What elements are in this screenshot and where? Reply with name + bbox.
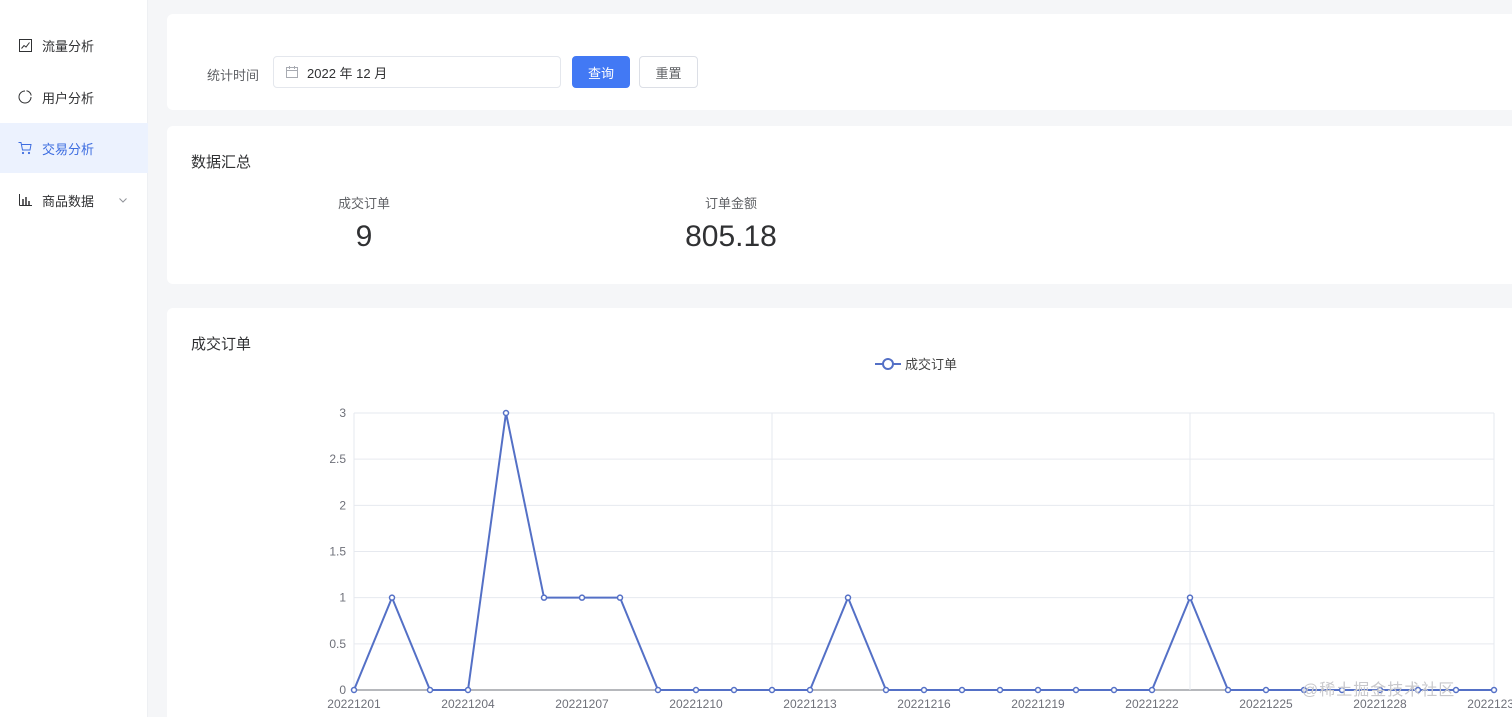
data-point: [1148, 686, 1156, 694]
data-point: [768, 686, 776, 694]
line-chart-icon: [18, 38, 32, 52]
x-tick-label: 20221204: [441, 697, 495, 711]
x-tick-label: 20221219: [1011, 697, 1065, 711]
x-tick-label: 20221201: [327, 697, 381, 711]
sidebar-item-label: 交易分析: [42, 141, 95, 157]
sidebar-item-transaction-analysis[interactable]: 交易分析: [0, 123, 148, 173]
data-point: [1224, 686, 1232, 694]
pie-chart-icon: [18, 90, 32, 104]
data-point: [730, 686, 738, 694]
data-point: [464, 686, 472, 694]
orders-chart-panel: 成交订单 成交订单 0 0.5 1 1.5 2 2.5 3 20221201 20221204 2…: [167, 308, 1512, 717]
y-tick-label: 2: [339, 498, 346, 512]
data-point: [882, 686, 890, 694]
data-point: [692, 686, 700, 694]
data-point: [616, 594, 624, 601]
data-point: [1186, 594, 1194, 601]
data-point: [844, 594, 852, 601]
stat-time-label: 统计时间: [207, 68, 260, 83]
y-tick-label: 2.5: [329, 452, 346, 466]
x-tick-label: 20221222: [1125, 697, 1179, 711]
stat-label-orders: 成交订单: [337, 196, 390, 211]
summary-title: 数据汇总: [191, 154, 252, 171]
data-point: [958, 686, 966, 694]
watermark: @稀土掘金技术社区: [1302, 682, 1456, 699]
y-tick-label: 3: [339, 406, 346, 420]
month-picker[interactable]: 2022 年 12 月: [273, 56, 561, 88]
calendar-icon: [286, 66, 298, 78]
data-point: [1262, 686, 1270, 694]
stat-value-amount: 805.18: [685, 220, 777, 253]
y-tick-label: 0: [339, 683, 346, 697]
bar-chart-icon: [18, 193, 32, 207]
sidebar: 流量分析 用户分析 交易分析 商品数据: [0, 0, 148, 717]
data-point: [996, 686, 1004, 694]
data-point: [1110, 686, 1118, 694]
summary-panel: 数据汇总 成交订单 9 订单金额 805.18: [167, 126, 1512, 284]
stat-value-orders: 9: [355, 220, 373, 253]
x-tick-label: 20221225: [1239, 697, 1293, 711]
sidebar-item-traffic-analysis[interactable]: 流量分析: [0, 20, 148, 70]
sidebar-item-label: 用户分析: [42, 90, 95, 106]
sidebar-item-product-data[interactable]: 商品数据: [0, 175, 148, 225]
sidebar-item-label: 流量分析: [42, 38, 95, 54]
month-picker-value: 2022 年 12 月: [307, 65, 388, 81]
data-point: [502, 409, 510, 417]
x-tick-label: 20221213: [783, 697, 837, 711]
query-button[interactable]: 查询: [572, 56, 630, 88]
data-point: [654, 686, 662, 694]
sidebar-item-user-analysis[interactable]: 用户分析: [0, 72, 148, 122]
y-tick-label: 1: [339, 591, 346, 605]
data-point: [1490, 686, 1498, 694]
sidebar-item-label: 商品数据: [42, 193, 95, 209]
y-tick-label: 0.5: [329, 637, 346, 651]
data-point: [350, 686, 358, 694]
cart-icon: [18, 141, 32, 155]
stat-label-amount: 订单金额: [704, 196, 757, 211]
orders-line-chart: 0 0.5 1 1.5 2 2.5 3 20221201 20221204 20221207 202…: [327, 406, 1512, 711]
chevron-down-icon[interactable]: [118, 193, 128, 208]
data-point: [920, 686, 928, 694]
filter-panel: 统计时间 2022 年 12 月 查询 重置: [167, 14, 1512, 110]
reset-button[interactable]: 重置: [639, 56, 698, 88]
data-point: [806, 686, 814, 694]
y-tick-label: 1.5: [329, 545, 346, 559]
x-tick-label: 20221210: [669, 697, 723, 711]
x-tick-label: 20221207: [555, 697, 609, 711]
x-tick-label: 20221231: [1467, 697, 1512, 711]
data-point: [578, 594, 586, 601]
data-point: [426, 686, 434, 694]
data-point: [1072, 686, 1080, 694]
data-point: [540, 594, 548, 601]
data-point: [388, 594, 396, 601]
x-tick-label: 20221216: [897, 697, 951, 711]
data-point: [1034, 686, 1042, 694]
